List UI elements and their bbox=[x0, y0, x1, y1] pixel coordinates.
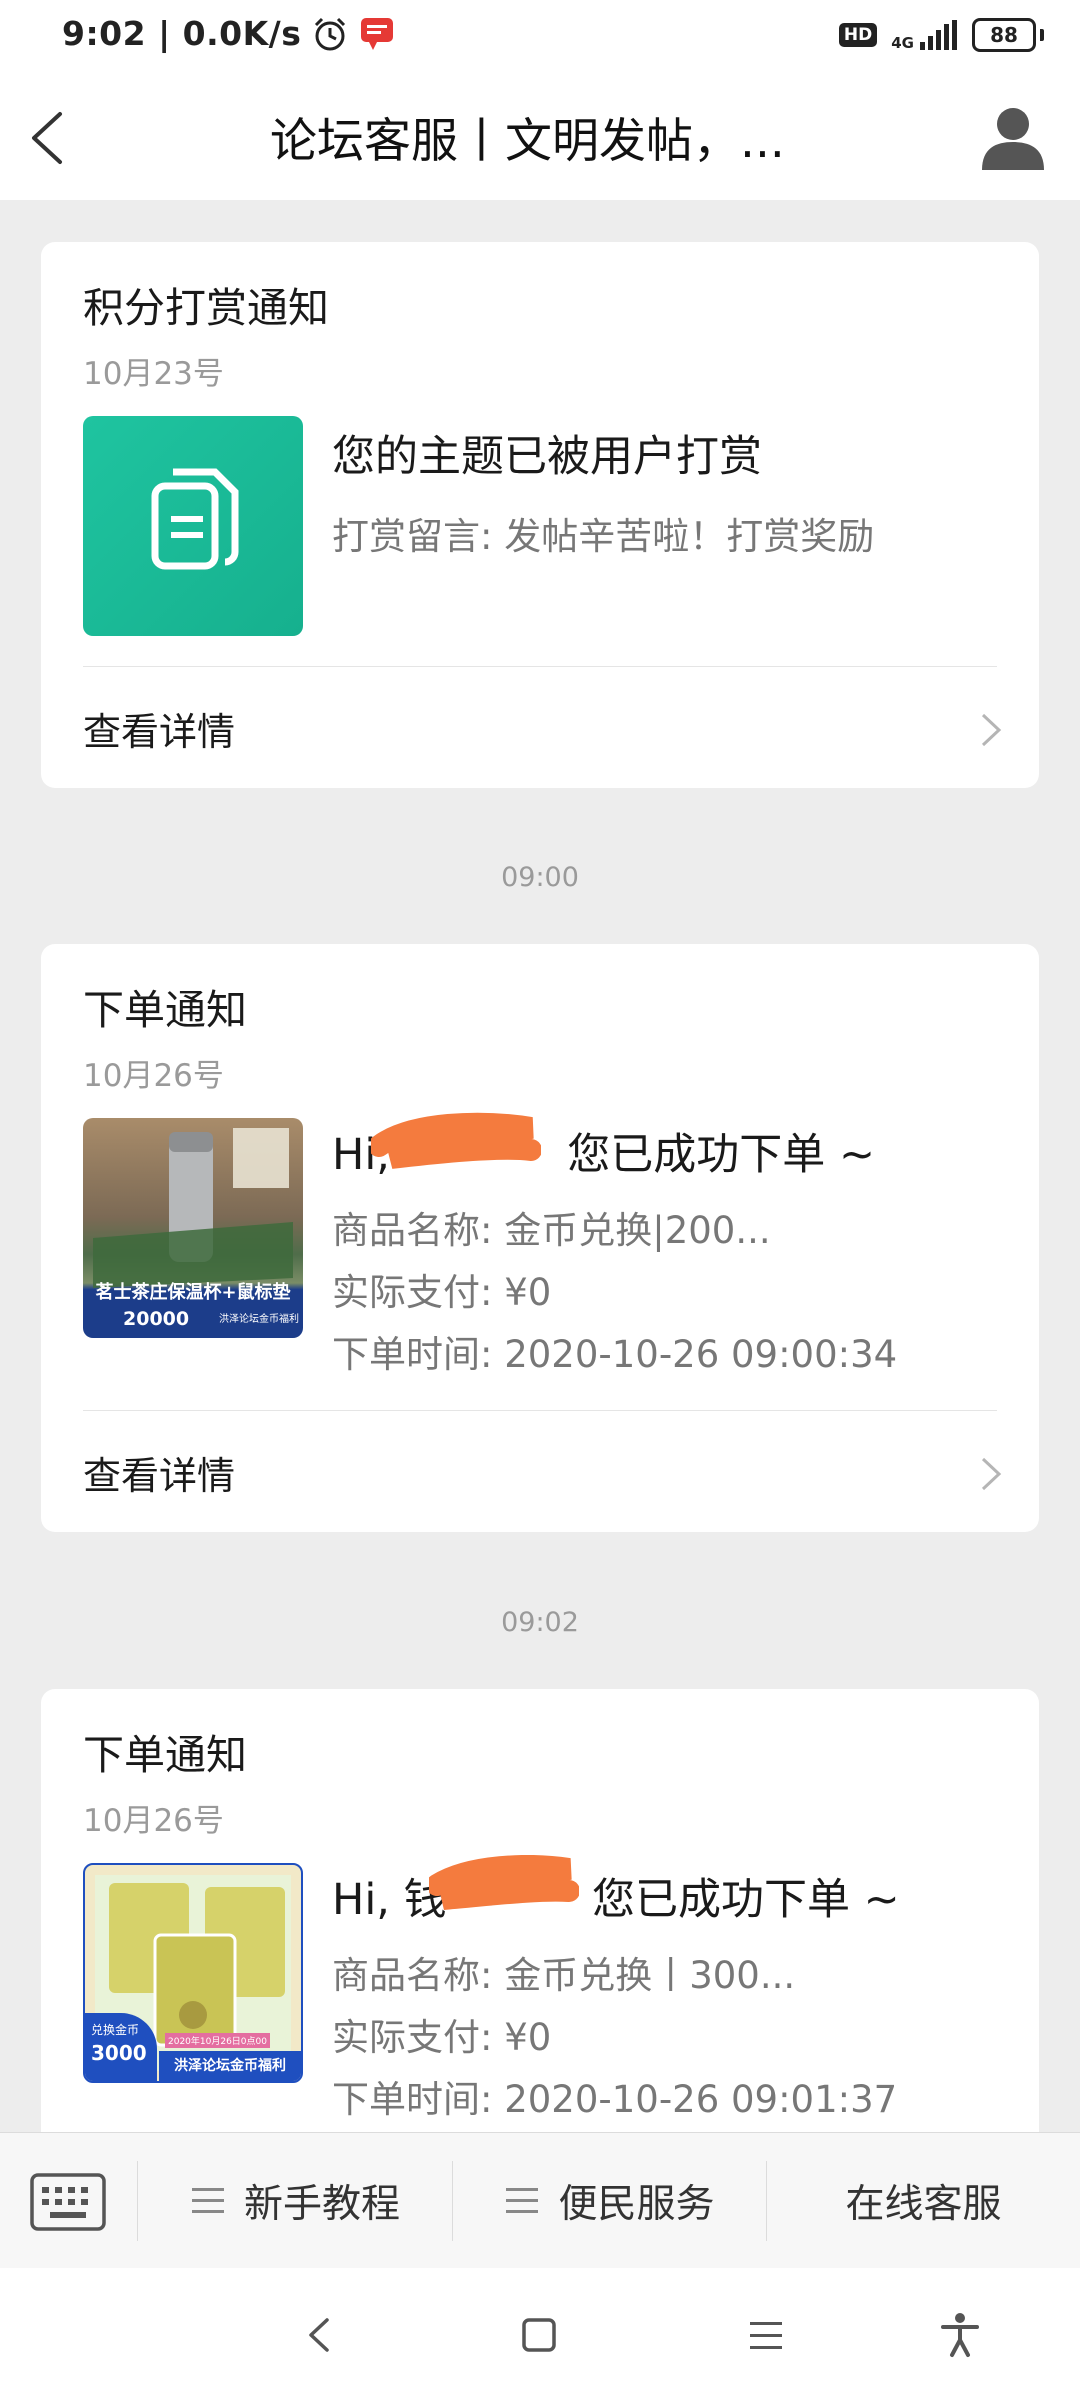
product-thumbnail: 兑换金币 3000 2020年10月26日0点00 洪泽论坛金币福利 bbox=[83, 1863, 303, 2083]
card-date: 10月26号 bbox=[83, 1058, 224, 1094]
nav-back-icon[interactable] bbox=[295, 2310, 345, 2360]
thumbnail-brand: 洪泽论坛金币福利 bbox=[159, 2051, 301, 2081]
reward-notification-card: 积分打赏通知 10月23号 您的主题已被用户打赏 打赏留言: 发帖辛苦啦！打赏奖… bbox=[41, 242, 1039, 788]
thumbnail-caption: 茗士茶庄保温杯+鼠标垫 bbox=[95, 1282, 291, 1303]
signal-icon bbox=[920, 20, 957, 50]
menu-item-beginner-tutorial[interactable]: 新手教程 bbox=[138, 2133, 452, 2269]
hd-badge: HD bbox=[838, 23, 878, 47]
battery-icon: 88 bbox=[972, 18, 1036, 52]
document-icon bbox=[151, 468, 239, 570]
network-type: 4G bbox=[891, 34, 914, 52]
status-time: 9:02 bbox=[62, 14, 147, 53]
message-line: 实际支付: ¥0 bbox=[332, 2016, 552, 2059]
message-line: 商品名称: 金币兑换丨300... bbox=[332, 1954, 796, 1997]
message-line: 下单时间: 2020-10-26 09:00:34 bbox=[332, 1333, 898, 1376]
chevron-right-icon bbox=[981, 713, 1002, 747]
page-title: 论坛客服丨文明发帖，... bbox=[270, 114, 785, 169]
menu-item-online-support[interactable]: 在线客服 bbox=[767, 2133, 1080, 2269]
chevron-right-icon bbox=[981, 1457, 1002, 1491]
timestamp: 09:02 bbox=[501, 1607, 579, 1638]
system-navigation-bar bbox=[0, 2268, 1080, 2400]
message-headline: 您的主题已被用户打赏 bbox=[332, 432, 762, 482]
thermos-product-image bbox=[93, 1128, 293, 1288]
keyboard-icon[interactable] bbox=[28, 2167, 108, 2237]
timestamp: 09:00 bbox=[501, 862, 579, 893]
card-title: 下单通知 bbox=[83, 1731, 247, 1779]
document-thumbnail bbox=[83, 416, 303, 636]
menu-list-icon bbox=[191, 2188, 224, 2213]
product-thumbnail: 茗士茶庄保温杯+鼠标垫 20000 洪泽论坛金币福利 bbox=[83, 1118, 303, 1338]
message-line: 商品名称: 金币兑换|200... bbox=[332, 1209, 771, 1252]
message-line: 打赏留言: 发帖辛苦啦！打赏奖励 bbox=[332, 515, 875, 558]
status-separator: | bbox=[146, 14, 183, 53]
redaction-scribble bbox=[371, 1112, 541, 1169]
menu-item-label: 在线客服 bbox=[845, 2182, 1002, 2227]
thumbnail-price: 3000 bbox=[91, 2041, 147, 2065]
signal-indicator: 4G bbox=[891, 20, 958, 52]
thumbnail-coin-badge: 兑换金币 3000 bbox=[85, 2013, 157, 2081]
title-bar: 论坛客服丨文明发帖，... bbox=[0, 76, 1080, 200]
thumbnail-price: 20000 bbox=[123, 1308, 190, 1330]
thumbnail-brand: 洪泽论坛金币福利 bbox=[219, 1314, 299, 1325]
status-right: HD 4G 88 bbox=[838, 18, 1044, 52]
view-details-row[interactable]: 查看详情 bbox=[41, 667, 1039, 787]
card-date: 10月23号 bbox=[83, 356, 224, 392]
order-notification-card: 下单通知 10月26号 兑换金币 3000 2020年10月26日0点00 洪泽… bbox=[41, 1689, 1039, 2209]
greeting-suffix: 您已成功下单 ~ bbox=[567, 1130, 875, 1180]
status-speed: 0.0K/s bbox=[182, 14, 302, 53]
view-details-label: 查看详情 bbox=[83, 1454, 236, 1498]
message-line: 下单时间: 2020-10-26 09:01:37 bbox=[332, 2078, 898, 2121]
alarm-icon bbox=[315, 17, 346, 50]
redaction-scribble bbox=[429, 1855, 579, 1910]
card-date: 10月26号 bbox=[83, 1803, 224, 1839]
menu-list-icon bbox=[506, 2188, 539, 2213]
battery-tip bbox=[1040, 29, 1044, 41]
greeting-suffix: 您已成功下单 ~ bbox=[591, 1875, 900, 1925]
back-arrow-icon[interactable] bbox=[20, 106, 80, 170]
nav-home-icon[interactable] bbox=[514, 2310, 564, 2360]
order-notification-card: 下单通知 10月26号 茗士茶庄保温杯+鼠标垫 20000 洪泽论坛金币福利 H… bbox=[41, 944, 1039, 1532]
menu-item-convenience-services[interactable]: 便民服务 bbox=[453, 2133, 766, 2269]
card-title: 积分打赏通知 bbox=[83, 284, 329, 332]
thumbnail-badge-label: 兑换金币 bbox=[91, 2023, 140, 2037]
nav-menu-icon[interactable] bbox=[741, 2310, 791, 2360]
view-details-label: 查看详情 bbox=[83, 710, 236, 754]
message-headline: Hi, 钱 您已成功下单 ~ bbox=[332, 1865, 900, 1927]
menu-item-label: 便民服务 bbox=[558, 2182, 715, 2227]
message-line: 实际支付: ¥0 bbox=[332, 1271, 552, 1314]
thumbnail-date: 2020年10月26日0点00 bbox=[165, 2033, 270, 2048]
view-details-row[interactable]: 查看详情 bbox=[41, 1411, 1039, 1531]
accessibility-icon[interactable] bbox=[935, 2310, 985, 2360]
user-profile-icon[interactable] bbox=[978, 102, 1048, 172]
official-account-menu: 新手教程 便民服务 在线客服 bbox=[0, 2132, 1080, 2269]
menu-item-label: 新手教程 bbox=[243, 2182, 400, 2227]
notification-app-icon bbox=[361, 17, 394, 50]
card-title: 下单通知 bbox=[83, 986, 247, 1034]
status-bar: 9:02 | 0.0K/s HD 4G 88 bbox=[0, 0, 1080, 76]
status-left: 9:02 | 0.0K/s bbox=[62, 14, 395, 53]
